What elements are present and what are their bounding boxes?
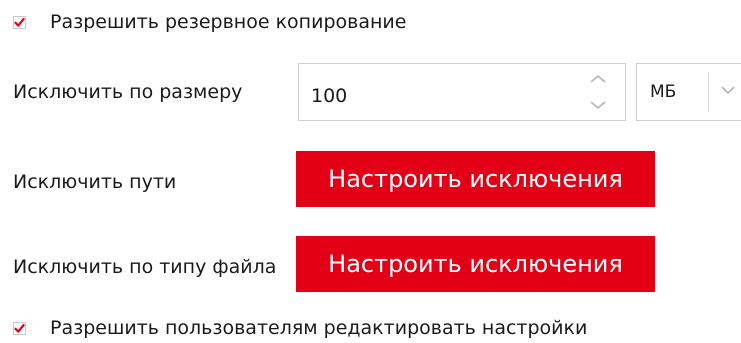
configure-type-exclusions-button[interactable]: Настроить исключения — [296, 236, 655, 292]
allow-user-edit-label: Разрешить пользователям редактировать на… — [50, 317, 588, 339]
decrement-button[interactable] — [581, 93, 615, 117]
checkmark-icon — [14, 17, 25, 27]
increment-button[interactable] — [581, 67, 615, 91]
chevron-up-icon — [590, 74, 606, 83]
allow-user-edit-option[interactable]: Разрешить пользователям редактировать на… — [13, 316, 587, 340]
checkmark-icon — [14, 323, 25, 333]
size-unit-select[interactable]: МБ — [636, 63, 741, 121]
exclude-paths-label: Исключить пути — [13, 171, 177, 193]
chevron-down-icon — [590, 101, 606, 110]
size-limit-value[interactable]: 100 — [311, 84, 347, 108]
exclude-by-type-label: Исключить по типу файла — [13, 256, 277, 278]
allow-backup-option[interactable]: Разрешить резервное копирование — [13, 10, 406, 34]
allow-backup-checkbox[interactable] — [13, 15, 26, 29]
size-unit-value: МБ — [650, 82, 677, 102]
size-limit-input[interactable]: 100 — [298, 63, 626, 121]
backup-settings-panel: Разрешить резервное копирование Исключит… — [0, 0, 741, 343]
configure-path-exclusions-button[interactable]: Настроить исключения — [296, 151, 655, 207]
chevron-down-icon — [721, 86, 735, 95]
exclude-by-size-label: Исключить по размеру — [13, 81, 243, 103]
select-divider — [708, 72, 709, 112]
allow-user-edit-checkbox[interactable] — [13, 321, 26, 335]
allow-backup-label: Разрешить резервное копирование — [50, 11, 407, 33]
